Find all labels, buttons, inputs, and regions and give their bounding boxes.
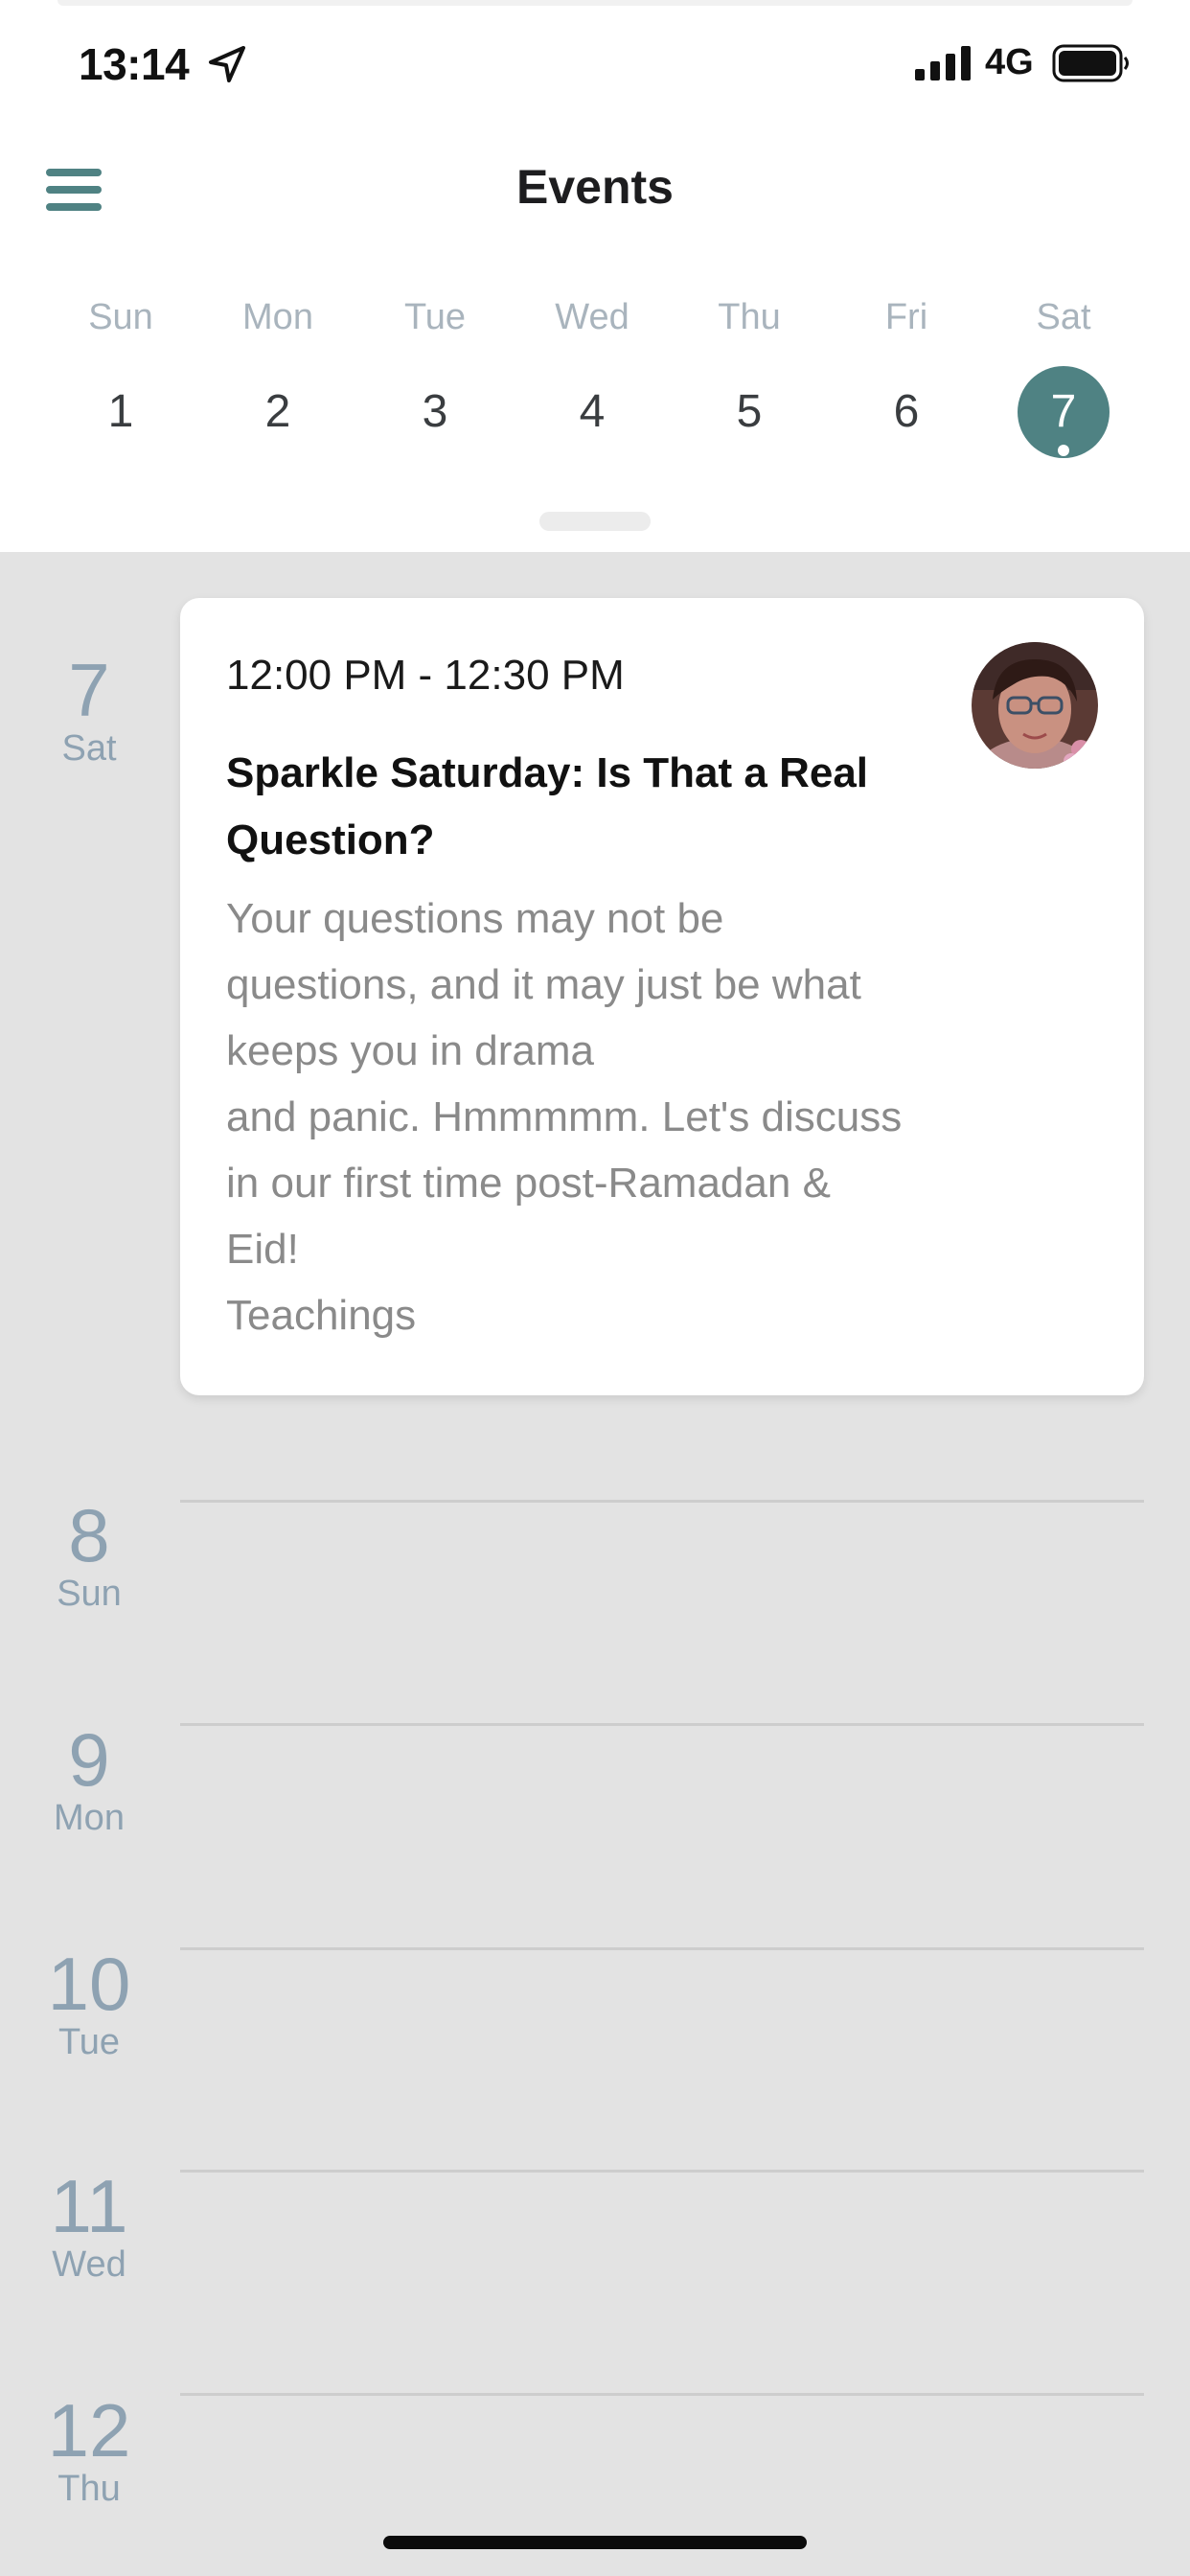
week-day-number-selected[interactable]: 7 (1018, 366, 1110, 458)
agenda-date-number: 8 (68, 1493, 110, 1577)
week-day-number: 3 (422, 386, 448, 437)
week-day-number: 7 (1050, 386, 1077, 437)
event-description-line: in our first time post-Ramadan & (226, 1160, 831, 1207)
week-day-name: Fri (884, 297, 928, 337)
agenda-empty-day-divider (180, 2170, 1144, 2173)
week-day-number-button[interactable]: 4 (546, 366, 638, 458)
week-day-name: Mon (242, 297, 313, 337)
agenda-date-weekday: Sat (61, 728, 117, 769)
agenda-date-weekday: Wed (52, 2244, 126, 2285)
agenda-date-number: 9 (68, 1717, 110, 1802)
week-day-name: Thu (718, 297, 781, 337)
agenda-date-number: 12 (47, 2388, 131, 2472)
event-description-line: Your questions may not be (226, 895, 724, 942)
host-avatar (972, 642, 1098, 769)
week-day-fri[interactable]: Fri 6 (828, 288, 985, 470)
week-day-number-button[interactable]: 3 (389, 366, 481, 458)
agenda-date-weekday: Thu (57, 2469, 121, 2509)
week-day-number: 4 (579, 386, 606, 437)
event-description-line: and panic. Hmmmmm. Let's discuss (226, 1093, 903, 1140)
agenda-empty-day-divider (180, 1500, 1144, 1503)
week-day-name: Sat (1036, 297, 1091, 337)
week-day-name: Tue (403, 297, 467, 337)
week-day-number: 1 (107, 386, 134, 437)
agenda-date-label: 12 Thu (34, 2392, 144, 2509)
week-day-mon[interactable]: Mon 2 (199, 288, 356, 470)
agenda-date-label: 7 Sat (34, 652, 144, 769)
agenda-date-number: 11 (50, 2164, 128, 2248)
agenda-date-label: 10 Tue (34, 1945, 144, 2062)
week-day-number: 6 (893, 386, 920, 437)
event-title-line: Question? (226, 816, 435, 863)
week-day-number: 5 (736, 386, 763, 437)
network-type: 4G (985, 42, 1034, 82)
week-day-number-button[interactable]: 1 (75, 366, 167, 458)
week-day-number-button[interactable]: 6 (860, 366, 952, 458)
event-indicator-dot (1058, 445, 1069, 456)
week-day-wed[interactable]: Wed 4 (514, 288, 671, 470)
week-day-number: 2 (264, 386, 291, 437)
event-description: Your questions may not be questions, and… (226, 886, 973, 1348)
agenda-date-weekday: Tue (57, 2022, 121, 2062)
agenda-date-weekday: Mon (54, 1798, 125, 1838)
week-day-number-button[interactable]: 2 (232, 366, 324, 458)
event-title: Sparkle Saturday: Is That a Real Questio… (226, 740, 935, 874)
page-title: Events (516, 160, 674, 214)
status-time: 13:14 (79, 39, 190, 89)
week-day-name: Sun (88, 297, 153, 337)
event-time: 12:00 PM - 12:30 PM (226, 652, 625, 699)
week-day-thu[interactable]: Thu 5 (671, 288, 828, 470)
event-description-line: Eid! (226, 1226, 299, 1273)
event-description-line: keeps you in drama (226, 1027, 594, 1074)
agenda-empty-day-divider (180, 2393, 1144, 2396)
agenda-date-label: 9 Mon (34, 1721, 144, 1838)
event-title-line: Sparkle Saturday: Is That a Real (226, 749, 869, 796)
cellular-signal-icon (915, 46, 971, 80)
agenda-date-label: 8 Sun (34, 1497, 144, 1614)
drag-handle[interactable] (539, 512, 651, 531)
event-category: Teachings (226, 1292, 417, 1339)
agenda-empty-day-divider (180, 1723, 1144, 1726)
week-day-sun[interactable]: Sun 1 (42, 288, 199, 470)
event-card[interactable]: 12:00 PM - 12:30 PM Sparkle Saturday: Is… (180, 598, 1144, 1395)
week-day-sat[interactable]: Sat 7 (985, 288, 1142, 470)
location-arrow-icon (209, 46, 245, 82)
agenda-date-number: 10 (47, 1942, 131, 2026)
battery-full-icon (1052, 44, 1129, 82)
event-description-line: questions, and it may just be what (226, 961, 861, 1008)
agenda-date-number: 7 (68, 648, 110, 732)
week-strip: Sun 1 Mon 2 Tue 3 Wed 4 Thu 5 Fri 6 Sat (42, 288, 1154, 470)
week-day-name: Wed (555, 297, 629, 337)
week-day-tue[interactable]: Tue 3 (356, 288, 514, 470)
agenda-date-weekday: Sun (57, 1574, 122, 1614)
week-day-number-button[interactable]: 5 (703, 366, 795, 458)
agenda-date-label: 11 Wed (34, 2168, 144, 2285)
agenda-empty-day-divider (180, 1947, 1144, 1950)
top-edge (57, 0, 1133, 6)
home-indicator[interactable] (383, 2536, 807, 2549)
